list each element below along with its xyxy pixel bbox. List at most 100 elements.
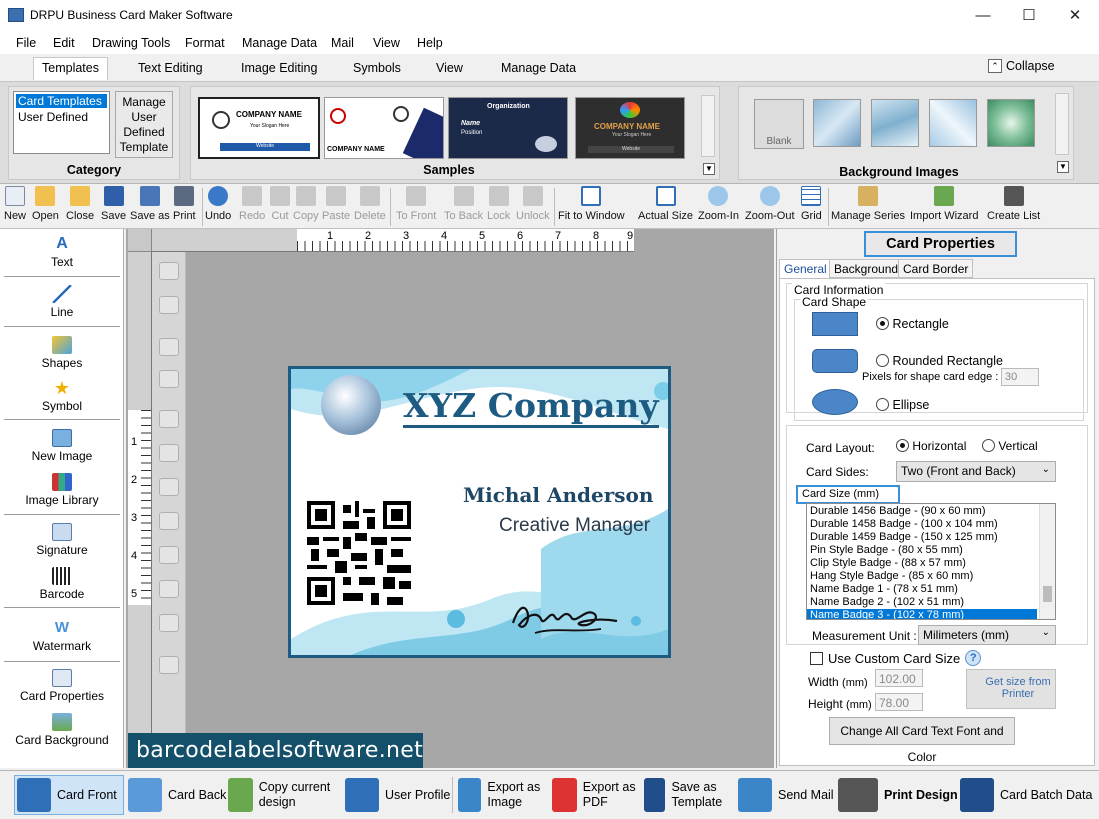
undo-button[interactable]: Undo [205,186,231,222]
width-input[interactable]: 102.00 [875,669,923,687]
rectangle-shape-icon[interactable] [812,312,858,336]
background-thumb-3[interactable] [871,99,919,147]
shapes-tool[interactable]: Shapes [4,336,120,370]
category-item-user-defined[interactable]: User Defined [16,110,107,124]
menu-file[interactable]: File [16,36,36,50]
card-size-item-selected[interactable]: Name Badge 3 - (102 x 78 mm) [807,609,1037,619]
lock-button[interactable]: Lock [487,186,510,222]
align-top-icon[interactable] [159,478,179,496]
card-size-item[interactable]: Name Badge 2 - (102 x 51 mm) [807,596,1055,609]
get-size-from-printer-button[interactable]: Get size from Printer [966,669,1056,709]
collapse-button[interactable]: ⌃ Collapse [988,59,1055,73]
open-button[interactable]: Open [32,186,59,222]
grid-button[interactable]: Grid [801,186,822,222]
tab-background[interactable]: Background [829,259,904,278]
samples-scrollbar[interactable] [701,95,715,157]
menu-drawing-tools[interactable]: Drawing Tools [92,36,170,50]
delete-button[interactable]: Delete [354,186,386,222]
globe-logo-icon[interactable] [321,375,381,435]
sample-thumb-4[interactable]: COMPANY NAME Your Slogan Here Website [575,97,685,159]
redo-button[interactable]: Redo [239,186,265,222]
tab-templates[interactable]: Templates [33,57,108,80]
person-name-text[interactable]: Michal Anderson [463,483,653,507]
rounded-rectangle-shape-icon[interactable] [812,349,858,373]
import-wizard-button[interactable]: Import Wizard [910,186,978,222]
rounded-rectangle-option[interactable]: Rounded Rectangle [876,354,1003,368]
card-batch-data-button[interactable]: Card Batch Data [960,775,1092,815]
menu-manage-data[interactable]: Manage Data [242,36,317,50]
zoom-out-button[interactable]: Zoom-Out [745,186,795,222]
print-design-button[interactable]: Print Design [838,775,958,815]
sample-thumb-1[interactable]: COMPANY NAME Your Slogan Here Website [198,97,320,159]
create-list-button[interactable]: Create List [987,186,1040,222]
background-scrollbar[interactable] [1055,93,1069,155]
new-image-tool[interactable]: New Image [4,429,120,463]
copy-button[interactable]: Copy [293,186,319,222]
signature-tool[interactable]: Signature [4,523,120,557]
card-size-item[interactable]: Clip Style Badge - (88 x 57 mm) [807,557,1055,570]
manage-series-button[interactable]: Manage Series [831,186,905,222]
zoom-in-button[interactable]: Zoom-In [698,186,739,222]
save-as-button[interactable]: Save as [130,186,170,222]
ungroup-icon[interactable] [159,296,179,314]
background-thumb-5[interactable] [987,99,1035,147]
send-mail-button[interactable]: Send Mail [738,775,834,815]
card-size-scrollbar[interactable] [1039,504,1055,619]
tab-symbols[interactable]: Symbols [353,61,401,75]
fit-to-window-button[interactable]: Fit to Window [558,186,625,222]
barcode-tool[interactable]: Barcode [4,567,120,601]
ellipse-option[interactable]: Ellipse [876,398,929,412]
change-all-font-color-button[interactable]: Change All Card Text Font and Color [829,717,1015,764]
background-thumb-2[interactable] [813,99,861,147]
save-button[interactable]: Save [101,186,126,222]
unlock-icon[interactable] [159,370,179,388]
paste-button[interactable]: Paste [322,186,350,222]
menu-help[interactable]: Help [417,36,443,50]
background-thumb-blank[interactable]: Blank [754,99,804,149]
center-both-icon[interactable] [159,614,179,632]
to-back-button[interactable]: To Back [444,186,483,222]
scrollbar-thumb[interactable] [1043,586,1052,602]
ellipse-radio[interactable] [876,398,889,411]
text-tool[interactable]: A Text [4,235,120,269]
pixels-edge-input[interactable]: 30 [1001,368,1039,386]
company-name-text[interactable]: XYZ Company [403,387,659,428]
export-as-pdf-button[interactable]: Export as PDF [552,775,642,815]
card-size-item[interactable]: Hang Style Badge - (85 x 60 mm) [807,570,1055,583]
sample-thumb-2[interactable]: COMPANY NAME [324,97,444,159]
user-profile-button[interactable]: User Profile [345,775,450,815]
card-size-item[interactable]: Pin Style Badge - (80 x 55 mm) [807,544,1055,557]
custom-size-checkbox[interactable] [810,651,823,665]
close-button[interactable]: ✕ [1052,0,1098,30]
tab-manage-data[interactable]: Manage Data [501,61,576,75]
height-input[interactable]: 78.00 [875,693,923,711]
ellipse-shape-icon[interactable] [812,389,858,415]
category-list[interactable]: Card Templates User Defined [13,91,110,154]
horizontal-radio[interactable] [896,439,909,452]
help-icon[interactable]: ? [965,650,982,666]
menu-edit[interactable]: Edit [53,36,75,50]
qr-code-image[interactable] [307,501,411,605]
rounded-rectangle-radio[interactable] [876,354,889,367]
magnifier-icon[interactable] [159,656,179,674]
card-sides-select[interactable]: Two (Front and Back) ⌄ [896,461,1056,482]
signature-image[interactable] [505,581,625,641]
minimize-button[interactable]: — [960,0,1006,30]
align-left-icon[interactable] [159,410,179,428]
sample-thumb-3[interactable]: Organization Name Position [448,97,568,159]
align-bottom-icon[interactable] [159,512,179,530]
card-size-list[interactable]: Durable 1456 Badge - (90 x 60 mm) Durabl… [806,503,1056,620]
watermark-tool[interactable]: W Watermark [4,619,120,653]
category-item-card-templates[interactable]: Card Templates [16,94,107,108]
rectangle-option[interactable]: Rectangle [876,317,949,331]
menu-view[interactable]: View [373,36,400,50]
menu-format[interactable]: Format [185,36,225,50]
unlock-button[interactable]: Unlock [516,186,550,222]
card-background-tool[interactable]: Card Background [4,713,120,747]
group-icon[interactable] [159,262,179,280]
vertical-radio[interactable] [982,439,995,452]
card-size-item[interactable]: Name Badge 1 - (78 x 51 mm) [807,583,1055,596]
tab-view[interactable]: View [436,61,463,75]
business-card-front[interactable]: XYZ Company Michal Anderson Creative Man… [288,366,671,658]
cut-button[interactable]: Cut [270,186,290,222]
